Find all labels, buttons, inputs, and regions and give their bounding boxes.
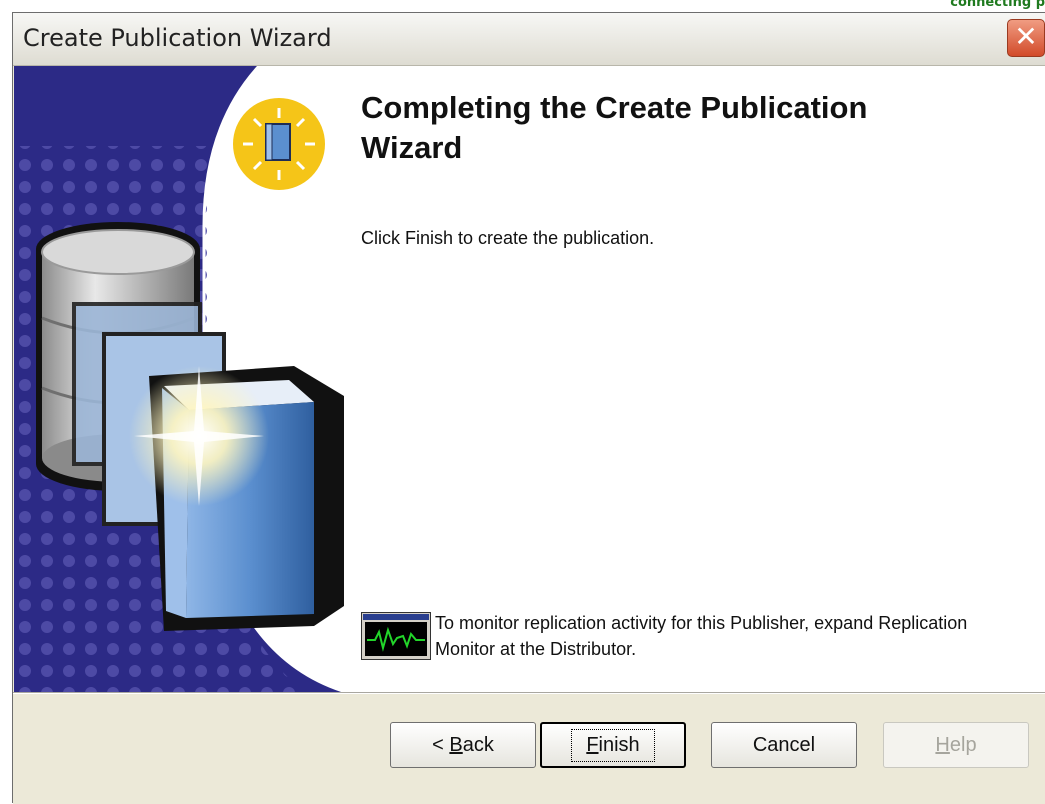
cancel-button-label: Cancel — [752, 733, 816, 756]
finish-button-label: Finish — [571, 728, 655, 762]
button-bar: < Back Finish Cancel Help — [13, 694, 1045, 804]
finish-button[interactable]: Finish — [540, 722, 686, 768]
wizard-window: Create Publication Wizard ✕ Completing t… — [12, 12, 1045, 804]
cancel-button[interactable]: Cancel — [711, 722, 857, 768]
monitor-note: To monitor replication activity for this… — [435, 613, 968, 659]
close-icon: ✕ — [1014, 20, 1038, 53]
wizard-content: Completing the Create Publication Wizard… — [14, 66, 1045, 692]
replication-monitor-icon — [361, 612, 431, 660]
intro-text: Click Finish to create the publication. — [361, 228, 655, 248]
title-bar[interactable]: Create Publication Wizard ✕ — [13, 13, 1045, 66]
page-heading: Completing the Create Publication Wizard — [361, 90, 868, 165]
window-title: Create Publication Wizard — [23, 24, 332, 52]
help-button[interactable]: Help — [883, 722, 1029, 768]
close-button[interactable]: ✕ — [1007, 19, 1045, 57]
corner-text: connecting p — [950, 0, 1045, 10]
help-button-label: Help — [935, 733, 977, 756]
database-book-illustration — [14, 66, 346, 692]
back-button-label: < Back — [432, 733, 494, 756]
back-button[interactable]: < Back — [390, 722, 536, 768]
